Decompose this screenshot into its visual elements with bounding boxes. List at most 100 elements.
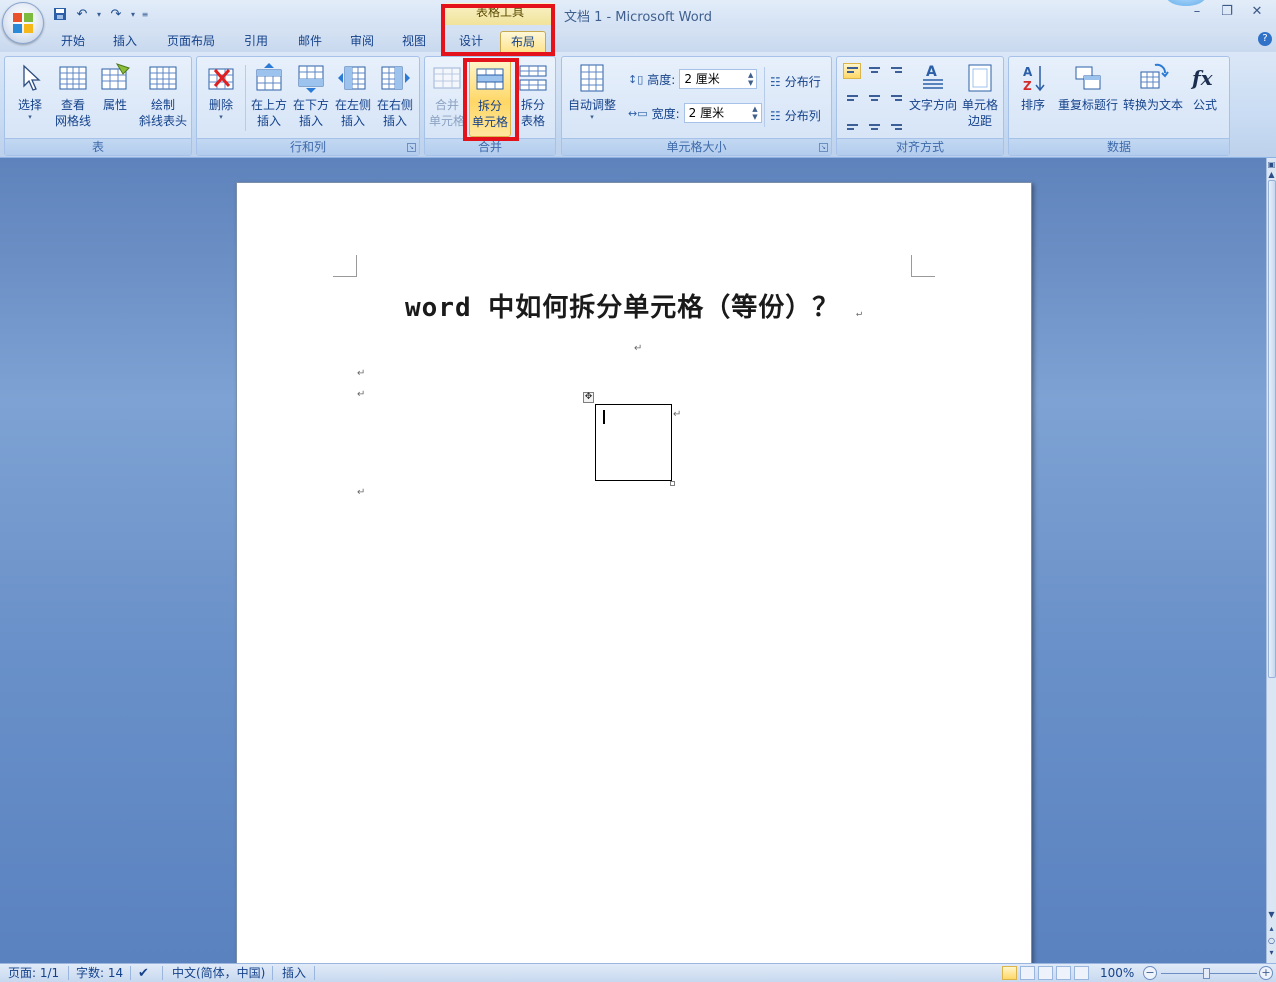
table-cell[interactable] [595,404,672,481]
dropdown-arrow-icon: ▾ [219,113,223,121]
merge-cells-button[interactable]: 合并 单元格 [427,59,467,137]
next-page-icon[interactable]: ▾ [1267,948,1276,957]
paragraph-mark: ↵ [357,368,366,379]
help-icon[interactable]: ? [1258,32,1272,46]
full-screen-reading-view-icon[interactable] [1020,966,1035,980]
merge-cells-icon [433,67,461,89]
align-middle-center-icon[interactable] [865,89,883,105]
zoom-level[interactable]: 100% [1100,966,1134,981]
sort-button[interactable]: AZ 排序 [1013,59,1053,137]
row-end-mark: ↵ [673,409,682,420]
spinner-arrows-icon[interactable]: ▲ ▼ [748,71,753,87]
restore-icon[interactable]: ❐ [1214,4,1240,22]
tab-review[interactable]: 审阅 [340,31,384,52]
previous-page-icon[interactable]: ▴ [1267,924,1276,933]
close-icon[interactable]: ✕ [1244,4,1270,22]
separator [272,966,273,980]
tab-view[interactable]: 视图 [392,31,436,52]
scroll-down-icon[interactable]: ▼ [1267,910,1276,919]
delete-button[interactable]: 删除 ▾ [201,59,241,137]
table-resize-handle[interactable] [670,481,675,486]
cell-margins-button[interactable]: 单元格 边距 [959,59,1001,137]
zoom-in-icon[interactable]: + [1259,966,1273,980]
select-button[interactable]: 选择 ▾ [9,59,51,137]
insert-mode[interactable]: 插入 [282,966,306,981]
insert-row-below-icon [298,65,324,93]
separator [245,65,246,131]
draw-diagonal-header-button[interactable]: 绘制 斜线表头 [135,59,191,137]
width-row: ↔▭ 宽度: 2 厘米 ▲ ▼ [628,103,762,123]
align-middle-left-icon[interactable] [843,89,861,105]
view-gridlines-button[interactable]: 查看 网格线 [51,59,95,137]
minimize-icon[interactable]: – [1184,4,1210,22]
group-label-alignment: 对齐方式 [837,138,1003,155]
align-middle-right-icon[interactable] [887,89,905,105]
web-layout-view-icon[interactable] [1038,966,1053,980]
height-spinner[interactable]: 2 厘米 ▲ ▼ [679,69,758,89]
tab-insert[interactable]: 插入 [104,31,146,52]
split-table-button[interactable]: 拆分 表格 [513,59,553,137]
align-top-left-icon[interactable] [843,63,861,79]
insert-column-left-icon [338,66,366,90]
scroll-up-icon[interactable]: ▲ [1267,170,1276,179]
dialog-launcher-icon[interactable]: ↘ [819,143,828,152]
formula-button[interactable]: fx 公式 [1185,59,1225,137]
word-count[interactable]: 字数: 14 [76,966,123,981]
cursor-arrow-icon [23,64,41,91]
paragraph-mark: ↵ [855,308,863,319]
spelling-check-icon[interactable]: ✔ [138,966,149,981]
convert-to-text-button[interactable]: 转换为文本 [1121,59,1185,137]
width-spinner[interactable]: 2 厘米 ▲ ▼ [683,103,762,123]
zoom-slider-thumb[interactable] [1203,968,1210,979]
scrollbar-thumb[interactable] [1268,180,1276,678]
office-logo-icon [13,13,33,33]
table-move-handle-icon[interactable]: ✥ [583,392,594,403]
distribute-columns-button[interactable]: ☷ 分布列 [770,107,821,124]
language-indicator[interactable]: 中文(简体，中国) [172,966,265,981]
insert-left-button[interactable]: 在左侧 插入 [333,59,373,137]
align-bottom-center-icon[interactable] [865,115,883,131]
height-row: ↕▯ 高度: 2 厘米 ▲ ▼ [628,69,758,89]
ruler-toggle-icon[interactable]: ▣ [1267,160,1276,169]
document-page[interactable]: word 中如何拆分单元格（等份）？ ↵ ↵ ↵ ↵ ↵ ↵ ✥ [236,182,1032,982]
dialog-launcher-icon[interactable]: ↘ [407,143,416,152]
align-top-center-icon[interactable] [865,63,883,79]
spinner-arrows-icon[interactable]: ▲ ▼ [752,105,757,121]
separator [764,67,765,127]
repeat-header-rows-button[interactable]: 重复标题行 [1055,59,1121,137]
autofit-button[interactable]: 自动调整 ▾ [566,59,618,137]
outline-view-icon[interactable] [1056,966,1071,980]
tab-page-layout[interactable]: 页面布局 [160,31,222,52]
cell-alignment-grid [843,63,905,135]
align-top-right-icon[interactable] [887,63,905,79]
insert-above-button[interactable]: 在上方 插入 [249,59,289,137]
office-button[interactable] [2,2,44,44]
align-bottom-left-icon[interactable] [843,115,861,131]
page-count[interactable]: 页面: 1/1 [8,966,59,981]
group-alignment: A 文字方向 单元格 边距 对齐方式 [836,56,1004,156]
distribute-rows-button[interactable]: ☷ 分布行 [770,73,821,90]
select-browse-object-icon[interactable]: ○ [1267,936,1276,945]
draft-view-icon[interactable] [1074,966,1089,980]
paragraph-mark: ↵ [634,343,643,354]
distribute-columns-icon: ☷ [770,108,781,123]
tab-references[interactable]: 引用 [234,31,278,52]
insert-column-right-icon [381,66,410,90]
zoom-out-icon[interactable]: − [1143,966,1157,980]
document-heading[interactable]: word 中如何拆分单元格（等份）？ ↵ [237,287,1031,324]
align-bottom-right-icon[interactable] [887,115,905,131]
tab-home[interactable]: 开始 [52,31,94,52]
distribute-rows-icon: ☷ [770,74,781,89]
diagonal-table-icon [149,66,177,90]
text-direction-button[interactable]: A 文字方向 [907,59,959,137]
insert-below-button[interactable]: 在下方 插入 [291,59,331,137]
window-title: 文档 1 - Microsoft Word [563,10,713,25]
print-layout-view-icon[interactable] [1002,966,1017,980]
formula-fx-icon: fx [1190,66,1214,90]
vertical-scrollbar[interactable]: ▣ ▲ ▼ ▴ ○ ▾ [1266,158,1276,963]
insert-row-above-icon [256,63,282,91]
tab-mailings[interactable]: 邮件 [288,31,332,52]
sort-az-icon: AZ [1023,65,1045,93]
insert-right-button[interactable]: 在右侧 插入 [375,59,415,137]
properties-button[interactable]: 属性 [95,59,135,137]
